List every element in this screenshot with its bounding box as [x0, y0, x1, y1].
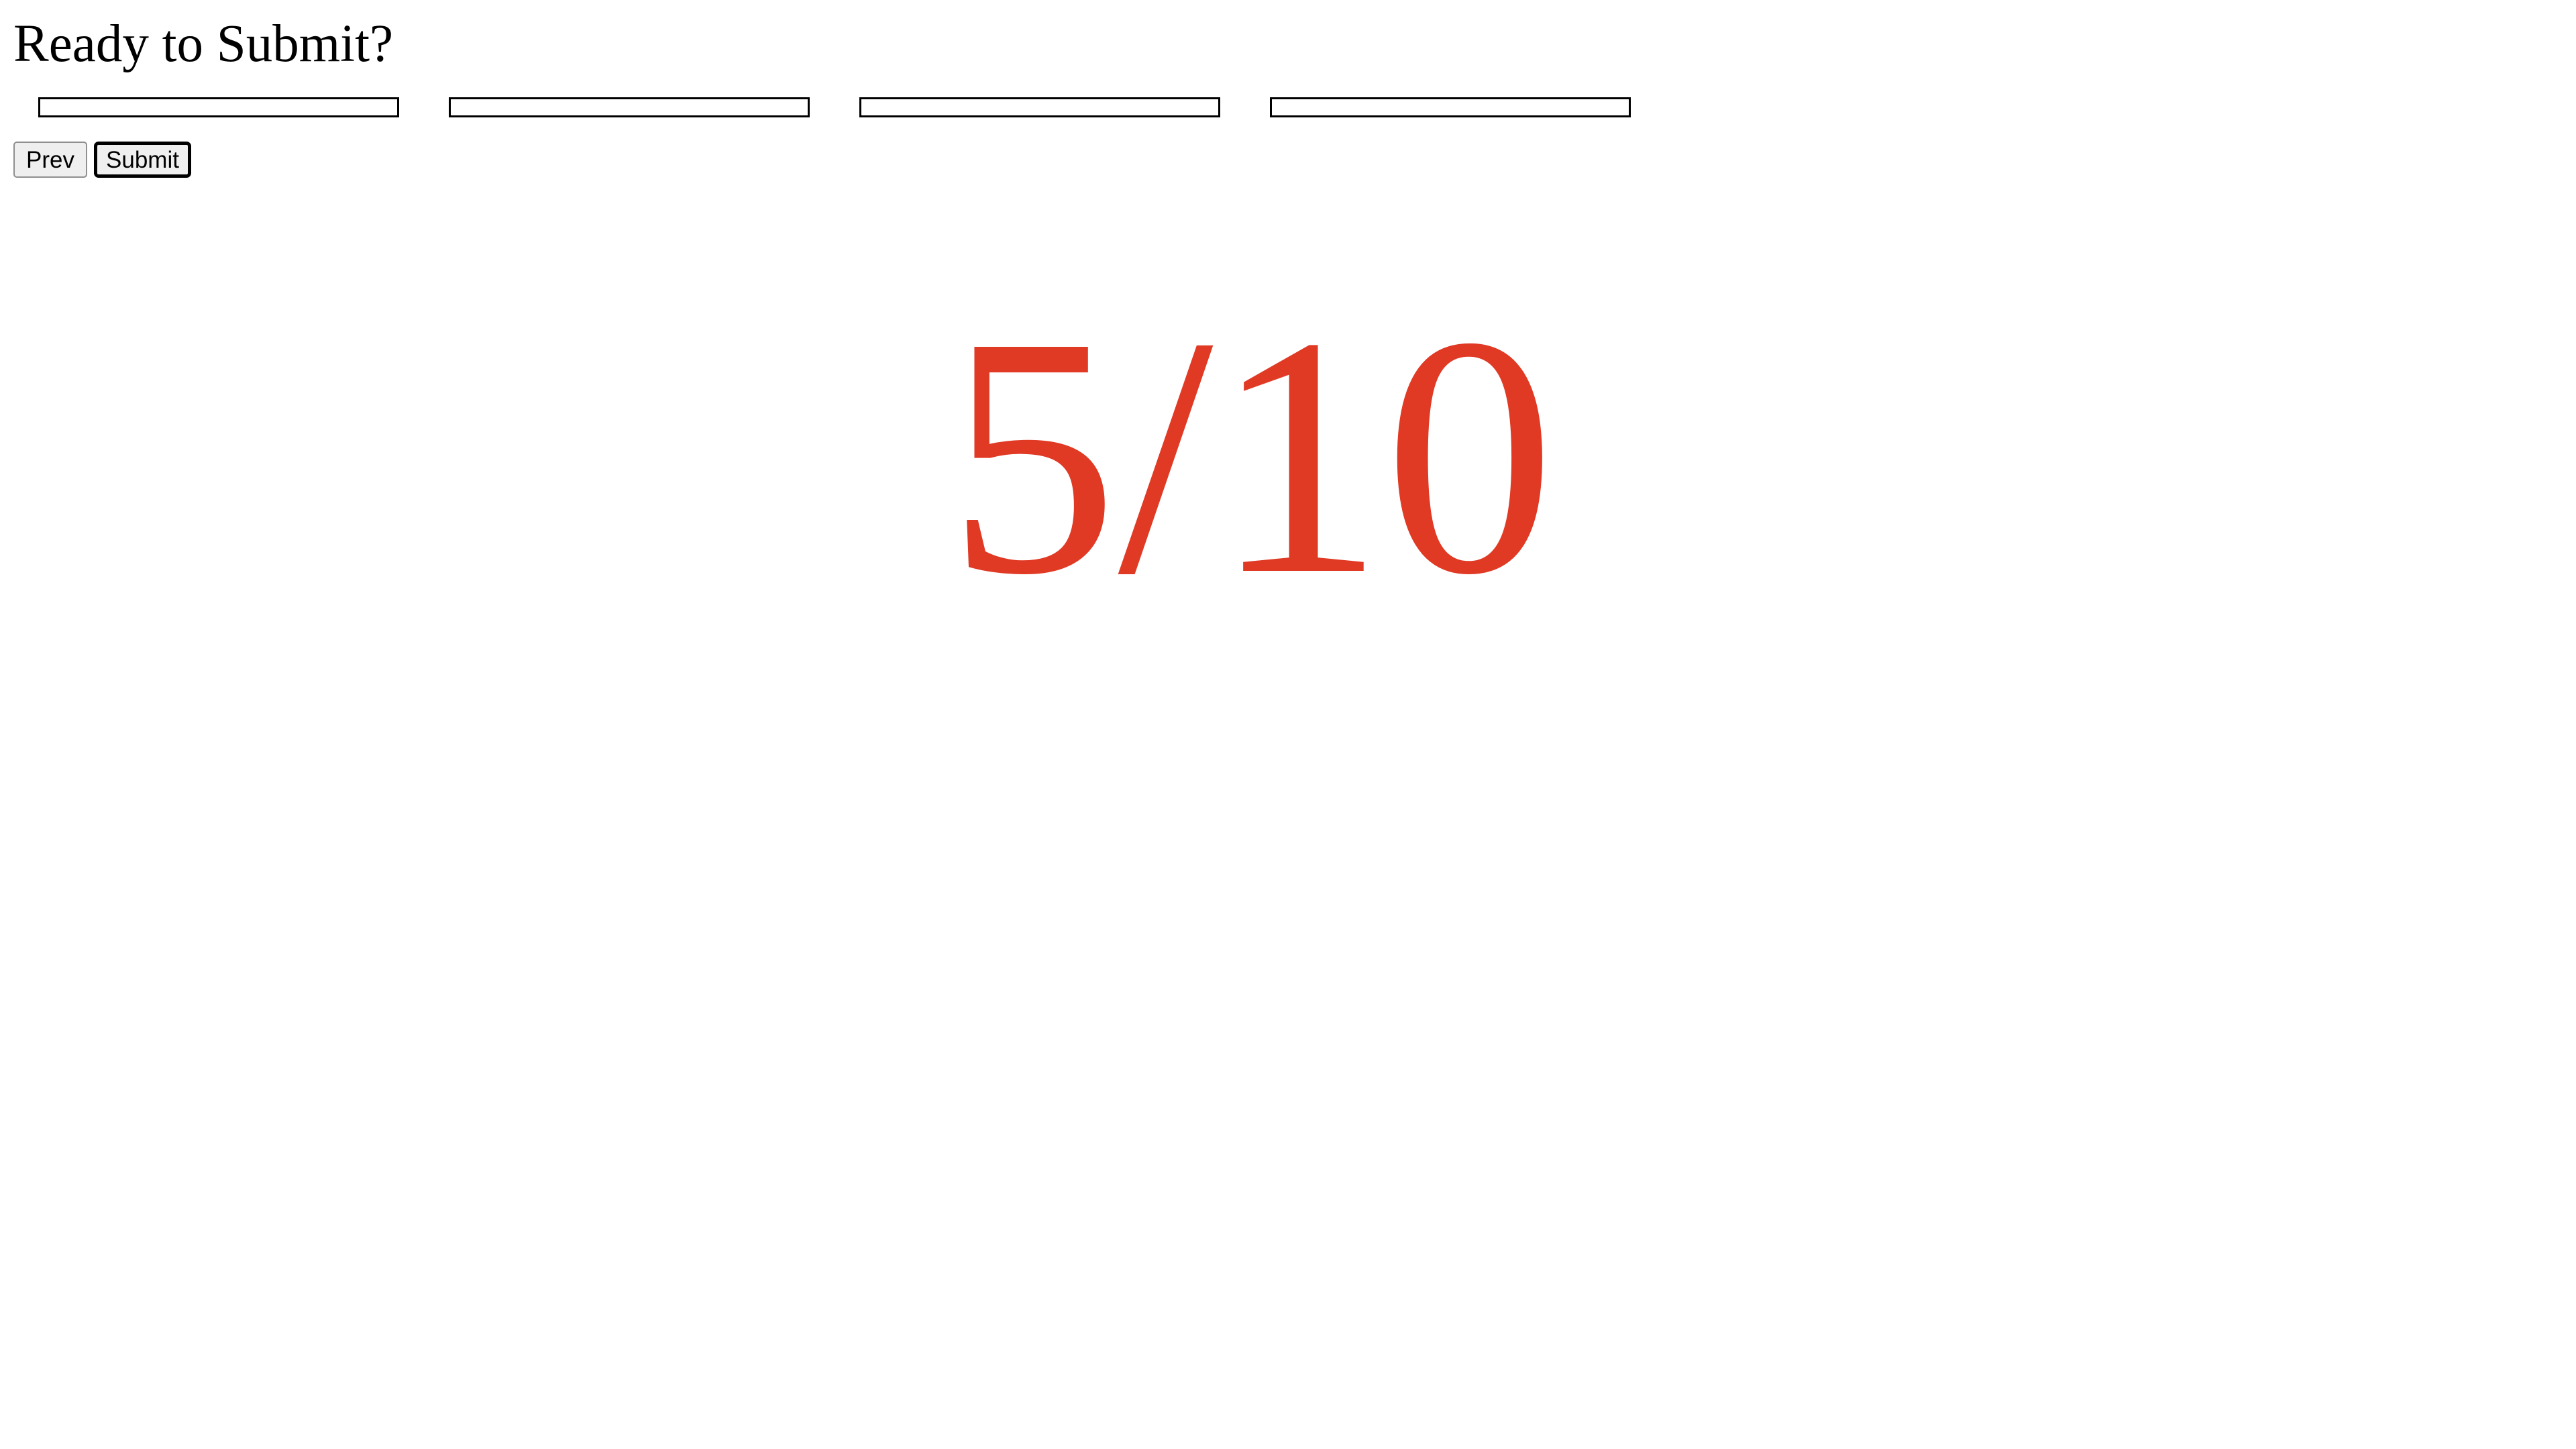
answer-field-4[interactable]	[1270, 97, 1631, 117]
answer-field-3[interactable]	[859, 97, 1220, 117]
page-title: Ready to Submit?	[13, 15, 394, 73]
answer-fields-row	[0, 97, 1637, 119]
answer-field-1[interactable]	[38, 97, 399, 117]
score-display: 5/10	[947, 267, 1556, 645]
answer-field-2[interactable]	[449, 97, 810, 117]
prev-button[interactable]: Prev	[13, 142, 87, 178]
submit-button[interactable]: Submit	[94, 142, 191, 178]
